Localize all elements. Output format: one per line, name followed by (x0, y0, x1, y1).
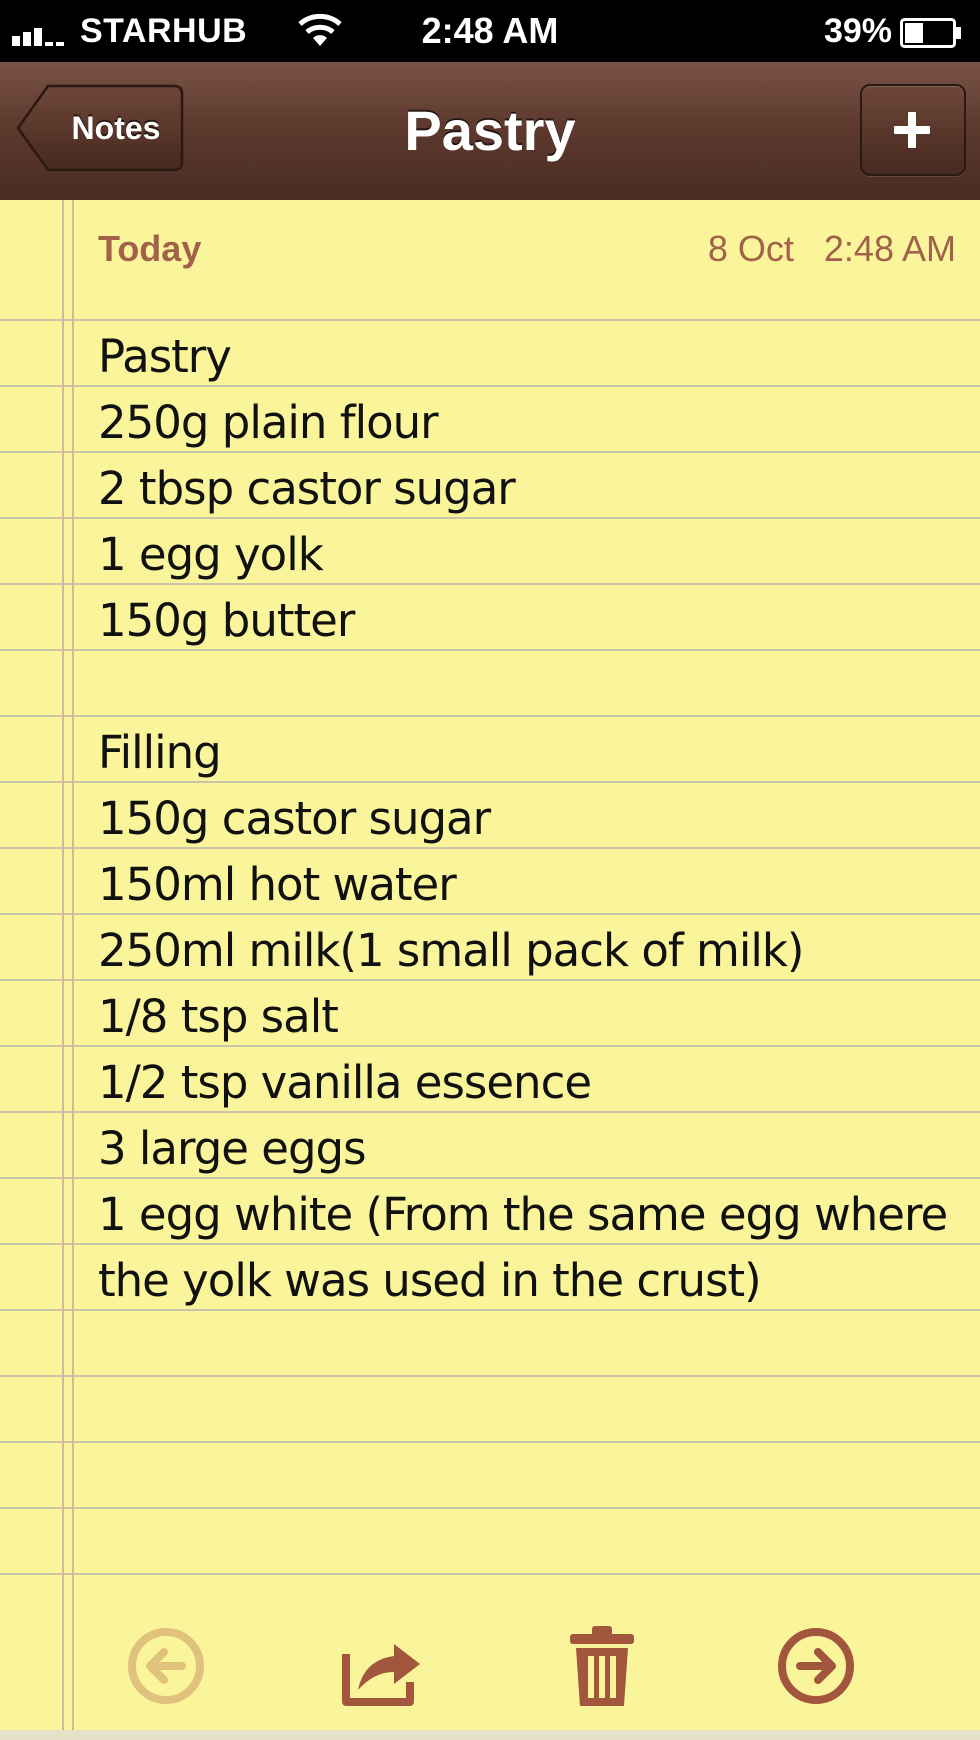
back-button-label: Notes (71, 110, 161, 146)
bottom-toolbar (0, 1600, 980, 1720)
note-line: 250ml milk(1 small pack of milk) (98, 924, 804, 977)
note-line: 1 egg yolk (98, 528, 324, 581)
note-line: the yolk was used in the crust) (98, 1254, 762, 1307)
previous-arrow-icon (128, 1628, 204, 1704)
next-arrow-icon (778, 1628, 854, 1704)
battery-percent: 39% (823, 12, 892, 50)
note-line (98, 654, 968, 720)
status-bar: STARHUB 2:48 AM 39% (0, 0, 980, 62)
date-value: 8 Oct 2:48 AM (708, 228, 956, 270)
note-line: 3 large eggs (98, 1122, 367, 1175)
note-date: 8 Oct (707, 228, 794, 269)
note-line: 1/8 tsp salt (98, 990, 339, 1043)
margin-lines (62, 200, 74, 1740)
note-line: 150ml hot water (98, 858, 457, 911)
note-time: 2:48 AM (823, 228, 956, 269)
note-line: 1 egg white (From the same egg where (98, 1188, 948, 1241)
note-title: Pastry (404, 99, 576, 162)
date-label: Today (98, 228, 202, 269)
bottom-edge (0, 1730, 980, 1740)
battery-icon (900, 18, 961, 48)
note-paper[interactable]: Today 8 Oct 2:48 AM Pastry 250g plain flo… (0, 200, 980, 1740)
notes-screen: STARHUB 2:48 AM 39% Notes Pastry Today 8… (0, 0, 980, 1740)
share-button[interactable] (340, 1624, 424, 1708)
note-line: 250g plain flour (98, 396, 439, 449)
note-line: Filling (98, 726, 222, 779)
note-line: 150g castor sugar (98, 792, 491, 845)
share-icon (342, 1644, 420, 1706)
note-line: Pastry (98, 330, 232, 383)
add-note-button[interactable] (860, 84, 966, 176)
note-date-row: Today 8 Oct 2:48 AM (98, 228, 956, 278)
back-to-notes-button[interactable]: Notes (14, 84, 184, 172)
delete-note-button[interactable] (560, 1624, 644, 1708)
note-line: 2 tbsp castor sugar (98, 462, 516, 515)
note-line: 1/2 tsp vanilla essence (98, 1056, 592, 1109)
navigation-bar: Notes Pastry (0, 62, 980, 212)
trash-icon (570, 1626, 634, 1706)
previous-note-button[interactable] (124, 1624, 208, 1708)
next-note-button[interactable] (774, 1624, 858, 1708)
note-body[interactable]: Pastry 250g plain flour 2 tbsp castor su… (98, 324, 968, 1314)
note-line: 150g butter (98, 594, 355, 647)
